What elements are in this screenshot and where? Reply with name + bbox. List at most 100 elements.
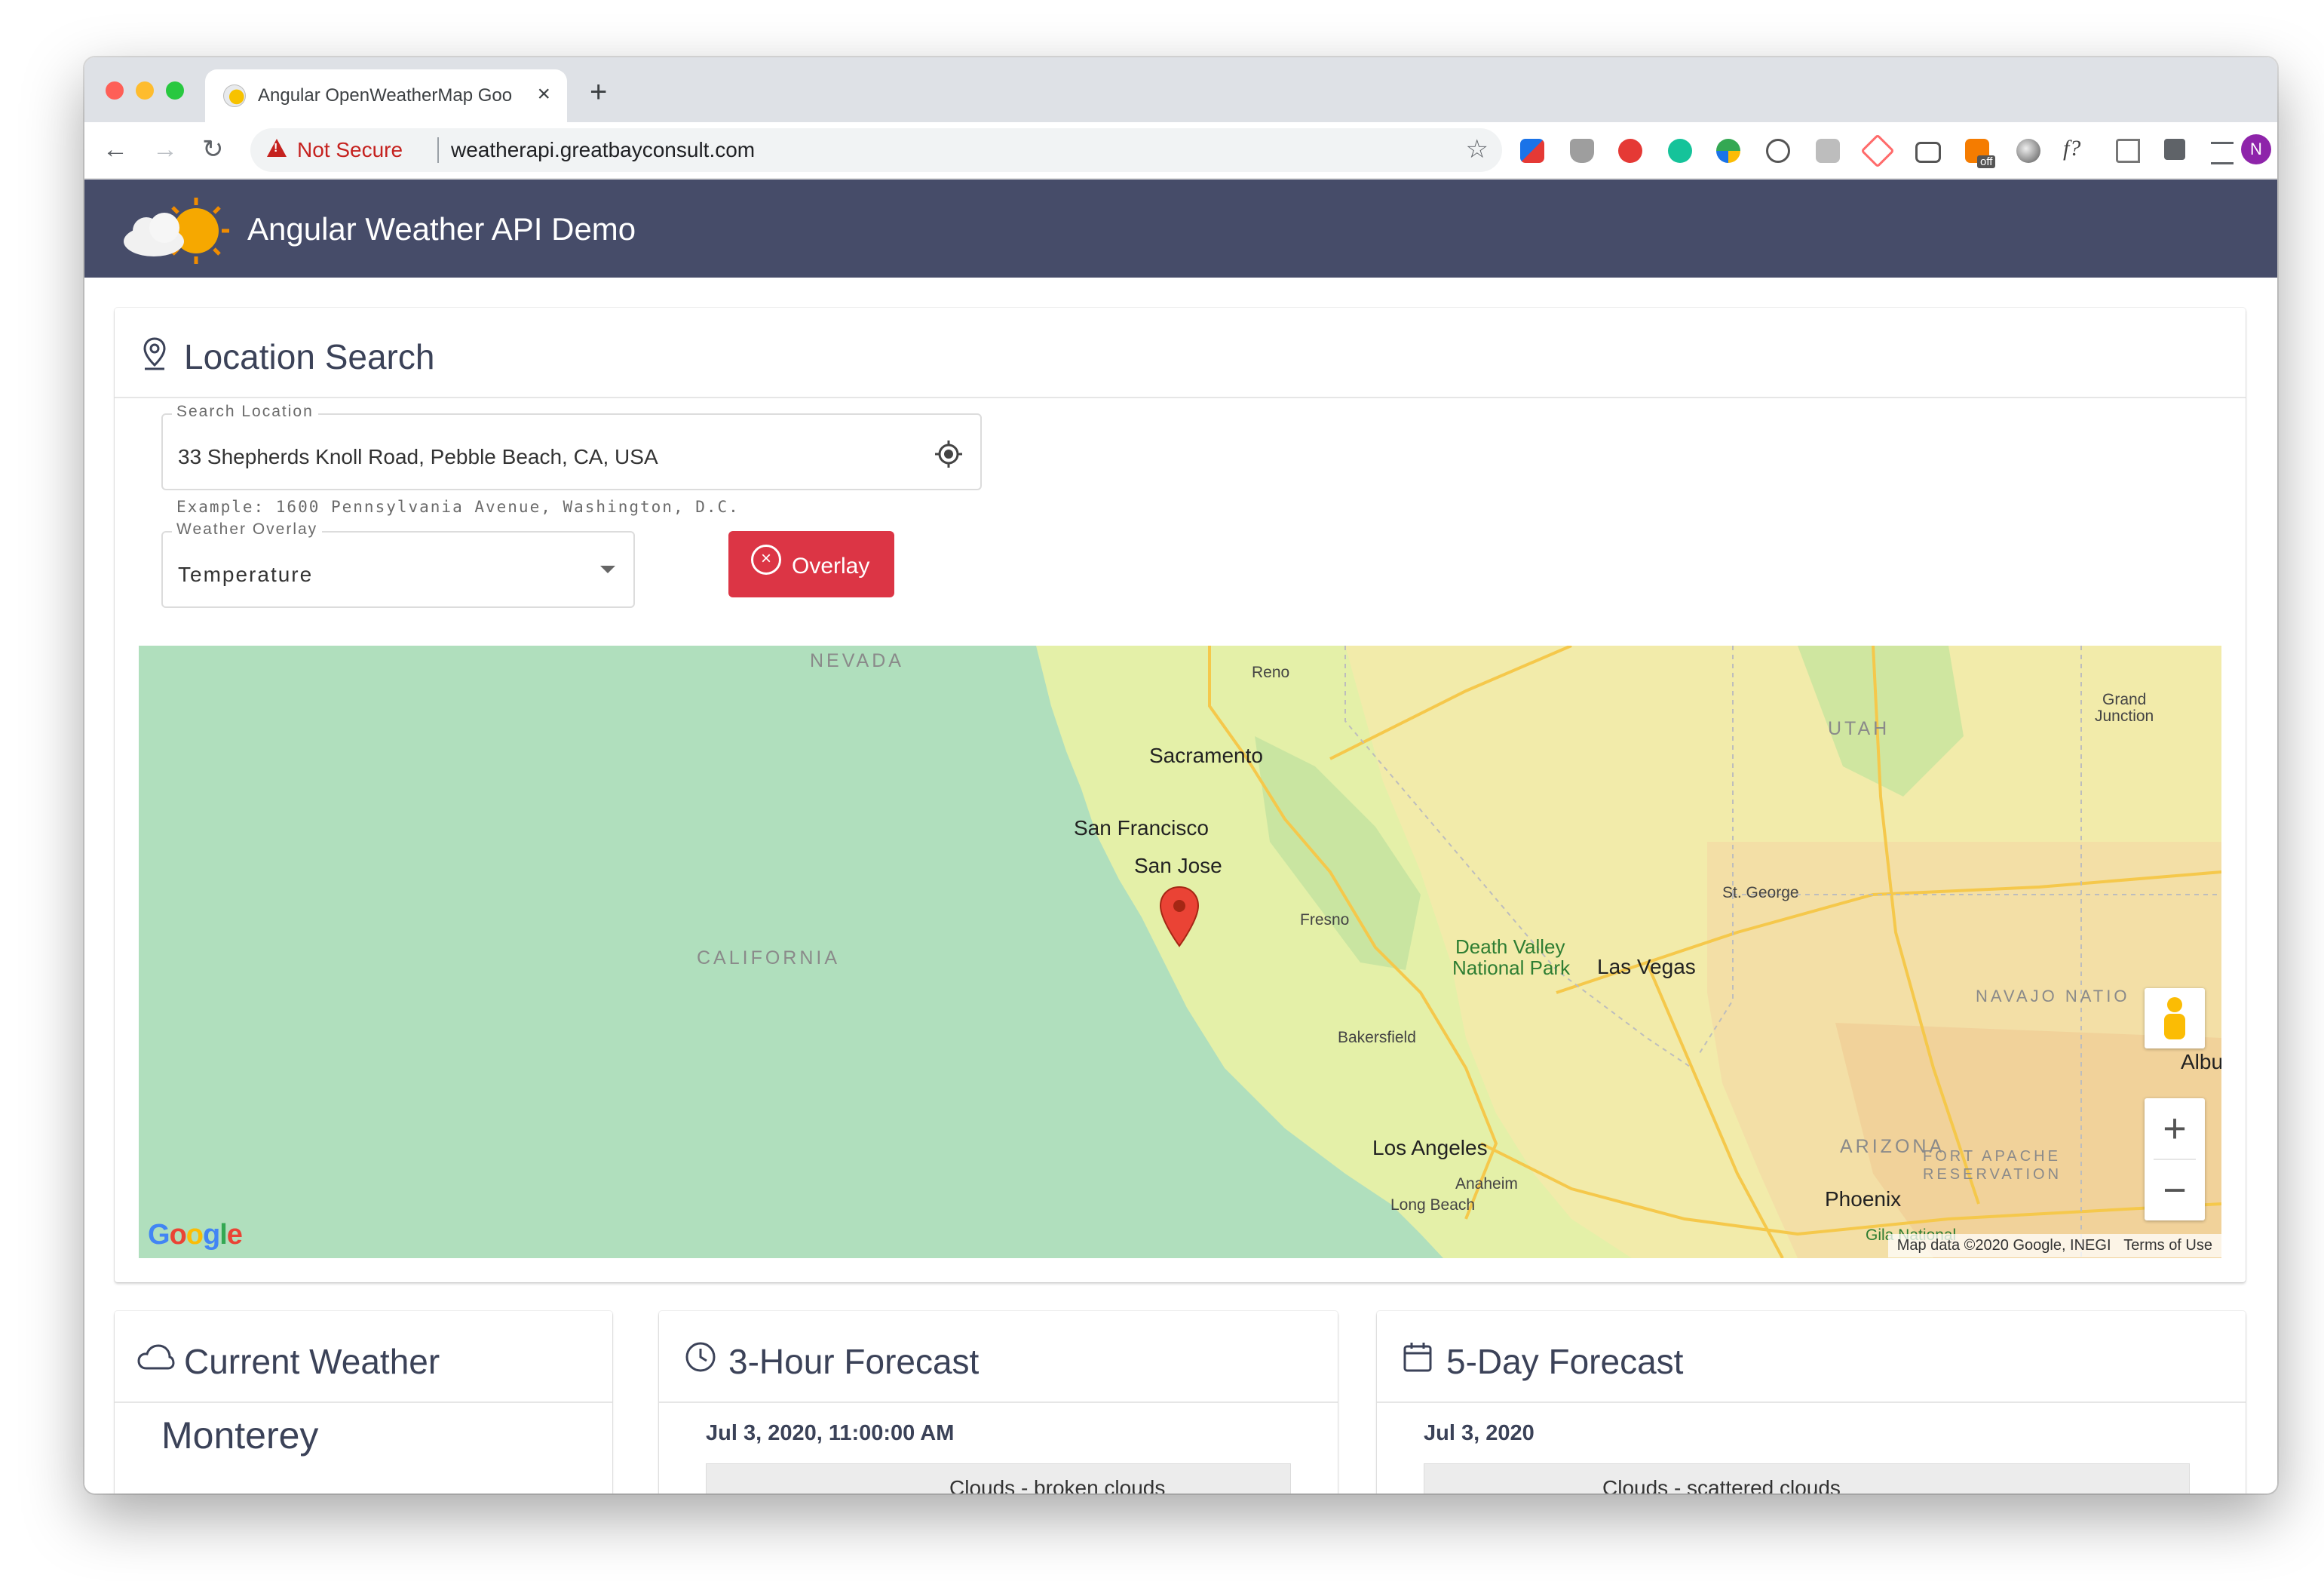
bookmark-star-icon[interactable]: ☆: [1466, 134, 1489, 164]
extension-code-icon[interactable]: [2116, 139, 2140, 163]
map-label-reservation: RESERVATION: [1923, 1166, 2062, 1183]
map-label-sacramento: Sacramento: [1149, 744, 1263, 767]
extension-speed-icon[interactable]: [1766, 139, 1790, 163]
card-header: 5-Day Forecast: [1377, 1311, 2246, 1403]
five-day-forecast-row: Clouds - scattered clouds: [1424, 1463, 2190, 1494]
page-content: Location Search 33 Shepherds Knoll Road,…: [84, 278, 2277, 1494]
current-weather-title: Current Weather: [184, 1342, 440, 1381]
map-label-st-george: St. George: [1722, 884, 1799, 901]
map-label-los-angeles: Los Angeles: [1372, 1136, 1488, 1159]
browser-window: Angular OpenWeatherMap Goo × + ← → ↻ ! N…: [84, 57, 2277, 1494]
app-title: Angular Weather API Demo: [247, 211, 636, 247]
zoom-control: + −: [2145, 1098, 2205, 1220]
browser-tab[interactable]: Angular OpenWeatherMap Goo ×: [205, 69, 567, 122]
google-map[interactable]: NEVADA UTAH CALIFORNIA ARIZONA NAVAJO NA…: [139, 646, 2221, 1258]
google-logo[interactable]: Google: [148, 1219, 243, 1251]
map-label-san-francisco: San Francisco: [1074, 816, 1209, 840]
media-queue-icon[interactable]: [2211, 142, 2234, 164]
overlay-button[interactable]: × Overlay: [728, 531, 894, 597]
map-label-utah: UTAH: [1828, 718, 1890, 739]
map-label-fort-apache: FORT APACHE: [1923, 1148, 2061, 1165]
extension-stop-icon[interactable]: [1618, 139, 1642, 163]
weather-overlay-value: Temperature: [178, 563, 314, 586]
three-hour-description: Clouds - broken clouds: [949, 1476, 1166, 1494]
three-hour-forecast-card: 3-Hour Forecast Jul 3, 2020, 11:00:00 AM…: [659, 1311, 1338, 1494]
search-location-input[interactable]: 33 Shepherds Knoll Road, Pebble Beach, C…: [178, 445, 658, 469]
map-data-credit: Map data ©2020 Google, INEGI: [1896, 1237, 2111, 1254]
close-circle-icon: ×: [751, 545, 781, 575]
tab-close-icon[interactable]: ×: [537, 81, 550, 107]
zoom-window-button[interactable]: [166, 81, 184, 100]
weather-overlay-select[interactable]: Temperature: [161, 531, 635, 608]
extension-circle-icon[interactable]: [2016, 139, 2040, 163]
url-text[interactable]: weatherapi.greatbayconsult.com: [451, 138, 755, 162]
overlay-button-label: Overlay: [792, 554, 870, 579]
extension-compass-icon[interactable]: [1716, 139, 1740, 163]
extension-grid-icon[interactable]: [1520, 139, 1544, 163]
security-indicator[interactable]: Not Secure: [297, 138, 403, 162]
new-tab-button[interactable]: +: [590, 77, 607, 107]
map-label-reno: Reno: [1252, 664, 1290, 681]
back-arrow-icon[interactable]: ←: [103, 134, 128, 164]
five-day-description: Clouds - scattered clouds: [1602, 1476, 1841, 1494]
weather-logo-icon: [124, 198, 229, 264]
search-hint: Example: 1600 Pennsylvania Avenue, Washi…: [176, 498, 740, 516]
close-window-button[interactable]: [106, 81, 124, 100]
address-bar[interactable]: ! Not Secure weatherapi.greatbayconsult.…: [250, 128, 1502, 172]
extension-shield-icon[interactable]: [1570, 139, 1594, 163]
omnibox-separator: [437, 137, 439, 163]
three-hour-forecast-row: Clouds - broken clouds: [706, 1463, 1291, 1494]
weather-overlay-label: Weather Overlay: [172, 520, 323, 539]
forward-arrow-icon[interactable]: →: [152, 134, 178, 164]
five-day-forecast-card: 5-Day Forecast Jul 3, 2020 Clouds - scat…: [1377, 1311, 2246, 1494]
location-marker-icon[interactable]: [1158, 886, 1200, 949]
card-header: 3-Hour Forecast: [659, 1311, 1338, 1403]
profile-avatar[interactable]: N: [2241, 134, 2271, 164]
three-hour-date: Jul 3, 2020, 11:00:00 AM: [706, 1421, 955, 1445]
map-label-las-vegas: Las Vegas: [1597, 955, 1696, 978]
reload-icon[interactable]: ↻: [202, 134, 224, 164]
map-label-fresno: Fresno: [1300, 911, 1350, 929]
tab-title: Angular OpenWeatherMap Goo: [258, 85, 513, 106]
map-label-death-valley-2: National Park: [1452, 956, 1571, 979]
search-location-field[interactable]: 33 Shepherds Knoll Road, Pebble Beach, C…: [161, 413, 982, 490]
map-pin-icon: [143, 337, 166, 370]
current-weather-card: Current Weather Monterey: [115, 1311, 612, 1494]
map-terrain: [139, 646, 2221, 1258]
map-label-grand-junction: Grand: [2102, 691, 2147, 708]
map-label-anaheim: Anaheim: [1455, 1175, 1518, 1193]
my-location-icon[interactable]: [934, 439, 964, 469]
map-label-albuquerque: Albu: [2181, 1050, 2221, 1073]
street-view-pegman-icon[interactable]: [2145, 988, 2205, 1048]
five-day-date: Jul 3, 2020: [1424, 1421, 1535, 1445]
card-header: Location Search: [115, 308, 2246, 398]
map-label-san-jose: San Jose: [1134, 854, 1222, 877]
location-search-title: Location Search: [184, 337, 435, 376]
terms-of-use-link[interactable]: Terms of Use: [2123, 1237, 2212, 1254]
card-header: Current Weather: [115, 1311, 612, 1403]
extension-grammarly-icon[interactable]: [1668, 139, 1692, 163]
extension-font-icon[interactable]: [1816, 139, 1840, 163]
minimize-window-button[interactable]: [136, 81, 154, 100]
three-hour-title: 3-Hour Forecast: [728, 1342, 980, 1381]
map-attribution: Map data ©2020 Google, INEGI Terms of Us…: [1887, 1234, 2221, 1257]
extensions-puzzle-icon[interactable]: [2164, 139, 2185, 160]
cloud-icon: [137, 1344, 175, 1370]
map-label-death-valley: Death Valley: [1455, 935, 1565, 958]
map-label-nevada: NEVADA: [810, 650, 904, 671]
extension-function-icon[interactable]: f?: [2063, 136, 2080, 161]
browser-toolbar: ← → ↻ ! Not Secure weatherapi.greatbayco…: [84, 122, 2277, 180]
zoom-out-button[interactable]: −: [2145, 1160, 2205, 1220]
extension-arrow-icon[interactable]: [1860, 134, 1895, 168]
clock-icon: [685, 1342, 716, 1372]
zoom-in-button[interactable]: +: [2145, 1098, 2205, 1159]
app-header: Angular Weather API Demo: [84, 180, 2277, 278]
five-day-title: 5-Day Forecast: [1446, 1342, 1684, 1381]
map-label-navajo: NAVAJO NATIO: [1976, 987, 2130, 1005]
extension-camera-icon[interactable]: [1915, 142, 1941, 163]
map-label-bakersfield: Bakersfield: [1338, 1029, 1416, 1046]
chevron-down-icon[interactable]: [600, 566, 615, 573]
map-label-long-beach: Long Beach: [1390, 1196, 1476, 1214]
tab-favicon-icon: [223, 84, 246, 107]
location-search-card: Location Search 33 Shepherds Knoll Road,…: [115, 308, 2246, 1282]
